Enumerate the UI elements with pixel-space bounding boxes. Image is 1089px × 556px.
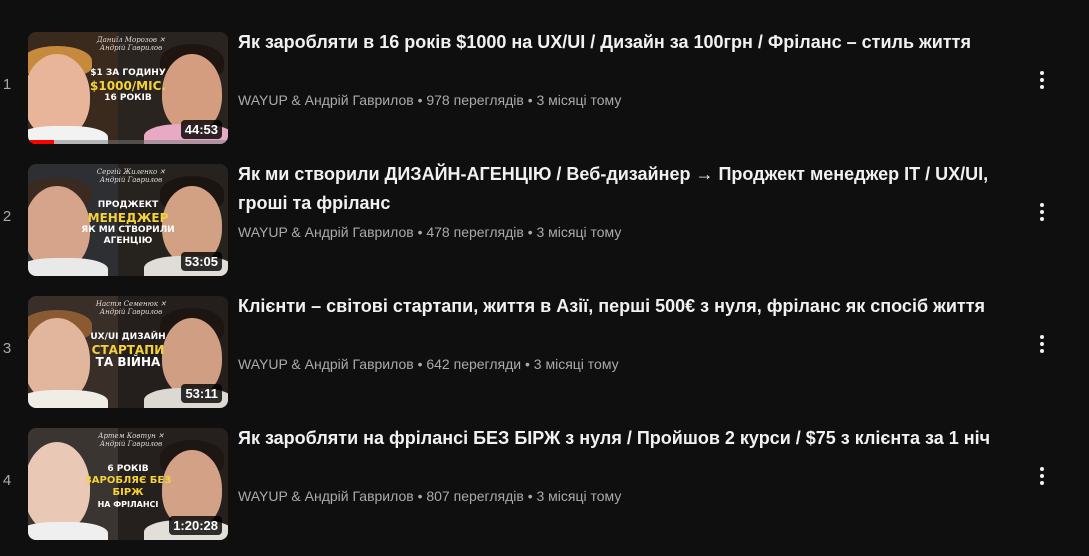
- video-thumbnail[interactable]: Артем Ковтун ✕ Андрій Гаврилов 6 РОКІВ З…: [28, 428, 228, 540]
- channel-name[interactable]: WAYUP & Андрій Гаврилов: [238, 92, 414, 108]
- playlist-row[interactable]: 4 Артем Ковтун ✕ Андрій Гаврилов 6 РОКІВ…: [0, 428, 1089, 542]
- playlist-row[interactable]: 2 Сергій Жиленко ✕ Андрій Гаврилов ПРОДЖ…: [0, 164, 1089, 278]
- duration-badge: 44:53: [180, 120, 222, 139]
- channel-name[interactable]: WAYUP & Андрій Гаврилов: [238, 356, 414, 372]
- meta-separator: •: [417, 224, 423, 240]
- meta-separator: •: [527, 92, 533, 108]
- more-vert-icon[interactable]: [1030, 68, 1054, 92]
- video-metadata: WAYUP & Андрій Гаврилов • 642 перегляди …: [238, 356, 1018, 372]
- thumbnail-line-3: НА ФРІЛАНСІ: [97, 500, 159, 509]
- video-title[interactable]: Як заробляти на фрілансі БЕЗ БІРЖ з нуля…: [238, 424, 1018, 453]
- thumbnail-names: Артем Ковтун ✕ Андрій Гаврилов: [98, 432, 164, 448]
- watch-progress-bar: [28, 140, 54, 144]
- view-count: 478 переглядів: [426, 224, 524, 240]
- meta-separator: •: [527, 488, 533, 504]
- view-count: 978 переглядів: [426, 92, 524, 108]
- video-thumbnail[interactable]: Сергій Жиленко ✕ Андрій Гаврилов ПРОДЖЕК…: [28, 164, 228, 276]
- video-thumbnail[interactable]: Настя Семенюк ✕ Андрій Гаврилов UX/UI ДИ…: [28, 296, 228, 408]
- upload-age: 3 місяці тому: [533, 356, 619, 372]
- video-title[interactable]: Як заробляти в 16 років $1000 на UX/UI /…: [238, 28, 1018, 57]
- meta-separator: •: [417, 92, 423, 108]
- channel-name[interactable]: WAYUP & Андрій Гаврилов: [238, 488, 414, 504]
- thumbnail-line-1: 6 РОКІВ: [107, 464, 149, 474]
- video-title[interactable]: Клієнти – світові стартапи, життя в Азії…: [238, 292, 1018, 321]
- channel-name[interactable]: WAYUP & Андрій Гаврилов: [238, 224, 414, 240]
- thumbnail-overlay-text: $1 ЗА ГОДИНУ $1000/МІС. 16 РОКІВ: [80, 68, 176, 104]
- video-metadata: WAYUP & Андрій Гаврилов • 807 переглядів…: [238, 488, 1018, 504]
- duration-badge: 1:20:28: [169, 516, 222, 535]
- upload-age: 3 місяці тому: [536, 488, 622, 504]
- duration-badge: 53:11: [181, 384, 222, 403]
- person-shirt: [28, 258, 108, 276]
- thumbnail-names: Даниїл Морозов ✕ Андрій Гаврилов: [96, 36, 166, 52]
- thumbnail-line-3: ТА ВІЙНА: [95, 355, 161, 369]
- thumbnail-overlay-text: 6 РОКІВ ЗАРОБЛЯЄ БЕЗ БІРЖ НА ФРІЛАНСІ: [80, 464, 176, 510]
- row-index: 3: [2, 340, 12, 357]
- playlist-row[interactable]: 1 Даниїл Морозов ✕ Андрій Гаврилов $1 ЗА…: [0, 32, 1089, 146]
- more-vert-icon[interactable]: [1030, 464, 1054, 488]
- row-index: 4: [2, 472, 12, 489]
- upload-age: 3 місяці тому: [536, 92, 622, 108]
- duration-badge: 53:05: [180, 252, 222, 271]
- thumbnail-line-3: ЯК МИ СТВОРИЛИ АГЕНЦІЮ: [81, 225, 175, 246]
- more-vert-icon[interactable]: [1030, 332, 1054, 356]
- thumbnail-line-2: ЗАРОБЛЯЄ БЕЗ БІРЖ: [84, 475, 172, 498]
- thumbnail-overlay-text: UX/UI ДИЗАЙН СТАРТАПИ ТА ВІЙНА: [80, 332, 176, 368]
- video-title[interactable]: Як ми створили ДИЗАЙН-АГЕНЦІЮ / Веб-диза…: [238, 160, 1018, 218]
- meta-separator: •: [417, 488, 423, 504]
- view-count: 642 перегляди: [426, 356, 522, 372]
- view-count: 807 переглядів: [426, 488, 524, 504]
- thumbnail-line-3: 16 РОКІВ: [104, 93, 152, 103]
- meta-separator: •: [417, 356, 423, 372]
- thumbnail-line-1: UX/UI ДИЗАЙН: [90, 332, 166, 342]
- thumbnail-line-1: $1 ЗА ГОДИНУ: [90, 68, 166, 78]
- watch-progress-track: [28, 140, 228, 144]
- person-shirt: [28, 390, 108, 408]
- meta-separator: •: [524, 356, 530, 372]
- row-index: 2: [2, 208, 12, 225]
- video-metadata: WAYUP & Андрій Гаврилов • 478 переглядів…: [238, 224, 1018, 240]
- playlist-row[interactable]: 3 Настя Семенюк ✕ Андрій Гаврилов UX/UI …: [0, 296, 1089, 410]
- row-index: 1: [2, 76, 12, 93]
- thumbnail-overlay-text: ПРОДЖЕКТ МЕНЕДЖЕР ЯК МИ СТВОРИЛИ АГЕНЦІЮ: [80, 200, 176, 247]
- upload-age: 3 місяці тому: [536, 224, 622, 240]
- more-vert-icon[interactable]: [1030, 200, 1054, 224]
- thumbnail-names: Настя Семенюк ✕ Андрій Гаврилов: [95, 300, 167, 316]
- video-metadata: WAYUP & Андрій Гаврилов • 978 переглядів…: [238, 92, 1018, 108]
- thumbnail-line-2: МЕНЕДЖЕР: [87, 211, 169, 225]
- meta-separator: •: [527, 224, 533, 240]
- person-shirt: [28, 522, 108, 540]
- thumbnail-line-2: $1000/МІС.: [90, 79, 166, 93]
- thumbnail-names: Сергій Жиленко ✕ Андрій Гаврилов: [96, 168, 166, 184]
- thumbnail-line-1: ПРОДЖЕКТ: [97, 200, 159, 210]
- video-thumbnail[interactable]: Даниїл Морозов ✕ Андрій Гаврилов $1 ЗА Г…: [28, 32, 228, 144]
